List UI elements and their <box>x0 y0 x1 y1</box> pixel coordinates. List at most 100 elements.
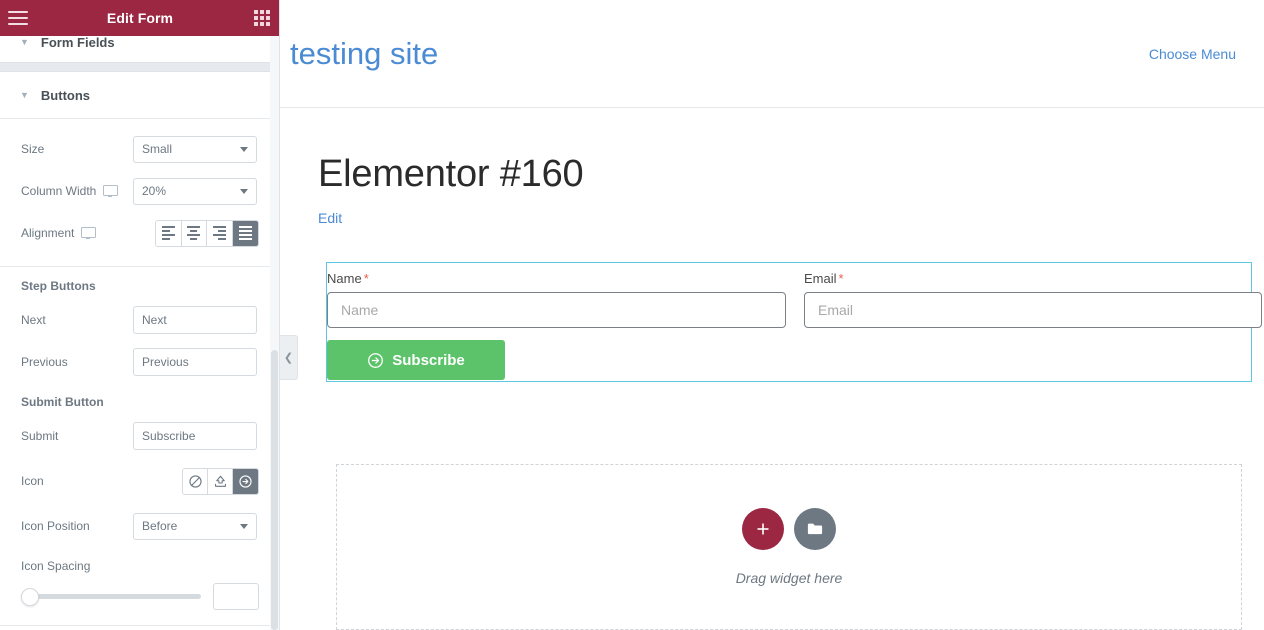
control-size-label: Size <box>21 142 133 156</box>
control-previous: Previous <box>0 341 280 383</box>
control-alignment: Alignment <box>0 212 280 254</box>
editor-canvas: testing site Choose Menu Elementor #160 … <box>280 0 1264 630</box>
chevron-down-icon <box>240 147 248 152</box>
divider <box>0 118 280 119</box>
column-width-select-value: 20% <box>142 184 166 198</box>
none-icon <box>188 474 203 489</box>
section-buttons[interactable]: ▼ Buttons <box>0 72 280 118</box>
alignment-choices <box>155 220 259 247</box>
required-asterisk: * <box>839 271 844 286</box>
control-column-width-label: Column Width <box>21 184 96 198</box>
submit-button-text-input[interactable] <box>133 422 257 450</box>
chevron-down-icon <box>240 524 248 529</box>
widgets-panel-button[interactable] <box>244 0 280 36</box>
slider-track <box>21 594 201 599</box>
size-select[interactable]: Small <box>133 136 257 163</box>
panel-scrollbar[interactable] <box>270 0 279 630</box>
icon-spacing-number-input[interactable] <box>213 583 259 610</box>
next-button-text-input[interactable] <box>133 306 257 334</box>
control-icon-label: Icon <box>21 474 133 488</box>
desktop-monitor-icon[interactable] <box>103 185 116 197</box>
control-icon-position-label: Icon Position <box>21 519 133 533</box>
slider-handle[interactable] <box>21 588 39 606</box>
widget-dropzone[interactable]: Drag widget here <box>336 464 1242 630</box>
form-widget[interactable]: Name* Email* Subscribe <box>326 262 1252 382</box>
align-justify-button[interactable] <box>233 221 258 246</box>
control-submit: Submit <box>0 415 280 457</box>
control-icon-position: Icon Position Before <box>0 505 280 547</box>
size-select-value: Small <box>142 142 172 156</box>
folder-icon <box>806 521 824 537</box>
icon-position-select[interactable]: Before <box>133 513 257 540</box>
control-icon: Icon <box>0 457 280 505</box>
chevron-down-icon: ▼ <box>20 37 29 47</box>
panel-header: Edit Form <box>0 0 280 36</box>
group-submit-button-label: Submit Button <box>0 383 280 415</box>
icon-choices <box>182 468 259 495</box>
email-label-text: Email <box>804 271 837 286</box>
dropzone-label: Drag widget here <box>736 570 843 586</box>
grid-icon <box>254 10 270 26</box>
align-justify-icon <box>239 226 252 239</box>
form-field-name: Name* <box>327 271 786 328</box>
section-buttons-label: Buttons <box>41 88 90 103</box>
chevron-down-icon <box>240 189 248 194</box>
hamburger-icon <box>8 11 28 25</box>
control-submit-label: Submit <box>21 429 133 443</box>
control-icon-spacing-label: Icon Spacing <box>0 547 280 573</box>
control-next-label: Next <box>21 313 133 327</box>
column-width-select[interactable]: 20% <box>133 178 257 205</box>
elementor-settings-panel: ▼ Form Fields ▼ Buttons Size Small <box>0 0 280 630</box>
control-icon-spacing <box>0 573 280 610</box>
divider <box>0 625 280 626</box>
align-center-button[interactable] <box>182 221 208 246</box>
align-left-icon <box>162 226 175 239</box>
arrow-circle-right-icon <box>367 352 384 369</box>
panel-section-divider <box>0 62 280 72</box>
choose-menu-link[interactable]: Choose Menu <box>1149 46 1236 62</box>
site-header: testing site Choose Menu <box>280 0 1264 108</box>
site-title[interactable]: testing site <box>290 36 438 72</box>
template-library-button[interactable] <box>794 508 836 550</box>
desktop-monitor-icon[interactable] <box>81 227 94 239</box>
chevron-left-icon: ❮ <box>284 351 293 364</box>
icon-none-button[interactable] <box>183 469 208 494</box>
subscribe-submit-button[interactable]: Subscribe <box>327 340 505 380</box>
add-widget-button[interactable] <box>742 508 784 550</box>
align-center-icon <box>187 226 200 239</box>
form-field-email: Email* <box>804 271 1262 328</box>
control-column-width: Column Width 20% <box>0 170 280 212</box>
control-next: Next <box>0 299 280 341</box>
name-field-label: Name* <box>327 271 786 286</box>
arrow-circle-right-icon <box>238 474 253 489</box>
icon-spacing-slider[interactable] <box>21 588 201 606</box>
email-field-label: Email* <box>804 271 1262 286</box>
panel-title: Edit Form <box>36 10 244 26</box>
upload-icon <box>213 474 228 489</box>
menu-button[interactable] <box>0 0 36 36</box>
required-asterisk: * <box>364 271 369 286</box>
align-right-icon <box>213 226 226 239</box>
previous-button-text-input[interactable] <box>133 348 257 376</box>
panel-collapse-button[interactable]: ❮ <box>280 335 298 380</box>
icon-position-select-value: Before <box>142 519 177 533</box>
page-title: Elementor #160 <box>318 153 1264 196</box>
name-input[interactable] <box>327 292 786 328</box>
elementor-editor: ▼ Form Fields ▼ Buttons Size Small <box>0 0 1264 630</box>
control-size: Size Small <box>0 128 280 170</box>
panel-scrollbar-thumb[interactable] <box>271 350 278 630</box>
control-alignment-label: Alignment <box>21 226 74 240</box>
icon-arrow-circle-right-button[interactable] <box>233 469 258 494</box>
align-left-button[interactable] <box>156 221 182 246</box>
plus-icon <box>755 521 771 537</box>
control-previous-label: Previous <box>21 355 133 369</box>
email-input[interactable] <box>804 292 1262 328</box>
edit-link[interactable]: Edit <box>318 210 1264 226</box>
icon-upload-button[interactable] <box>208 469 233 494</box>
chevron-down-icon: ▼ <box>20 90 29 100</box>
name-label-text: Name <box>327 271 362 286</box>
group-step-buttons-label: Step Buttons <box>0 267 280 299</box>
align-right-button[interactable] <box>207 221 233 246</box>
form-fields-row: Name* Email* <box>327 271 1251 328</box>
dropzone-buttons <box>742 508 836 550</box>
